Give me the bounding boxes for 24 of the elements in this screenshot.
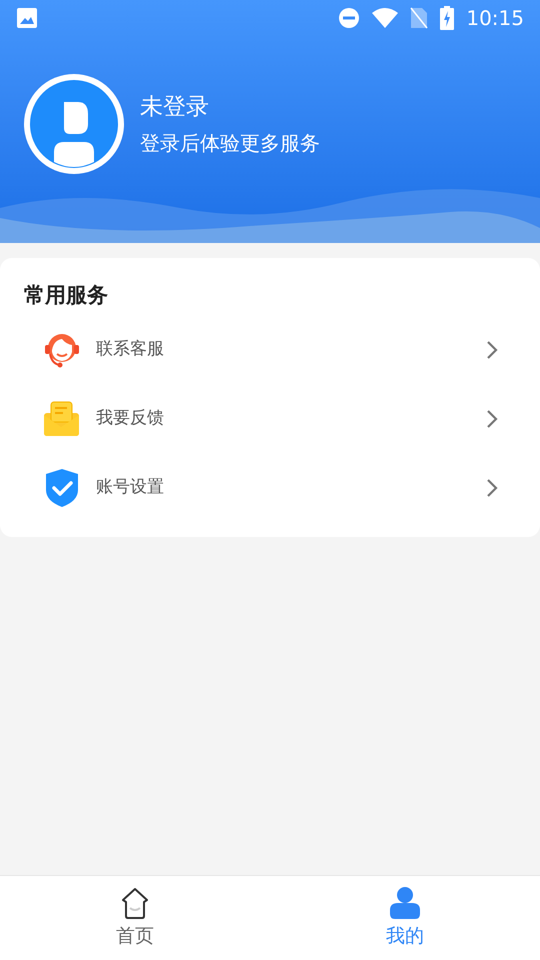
user-icon: [390, 886, 420, 920]
image-icon: [16, 7, 38, 29]
service-label: 我要反馈: [96, 407, 165, 430]
profile-name[interactable]: 未登录: [140, 90, 320, 124]
status-time: 10:15: [466, 5, 524, 32]
do-not-disturb-icon: [338, 7, 360, 29]
battery-charging-icon: [440, 6, 454, 30]
shield-check-icon: [45, 468, 79, 508]
wifi-icon: [372, 8, 398, 28]
chevron-right-icon: [486, 478, 498, 498]
profile-subtitle: 登录后体验更多服务: [140, 130, 320, 158]
nav-tab[interactable]: 首页: [0, 876, 270, 960]
chevron-right-icon: [486, 409, 498, 429]
service-label: 账号设置: [96, 476, 165, 500]
nav-tab[interactable]: 我的: [270, 876, 540, 960]
service-item[interactable]: 联系客服: [0, 316, 540, 384]
service-item[interactable]: 我要反馈: [0, 384, 540, 454]
mail-icon: [44, 401, 80, 437]
avatar-silhouette-icon: [30, 80, 118, 168]
no-sim-icon: [410, 7, 428, 29]
service-item[interactable]: 账号设置: [0, 454, 540, 522]
services-title: 常用服务: [23, 282, 109, 309]
service-label: 联系客服: [96, 338, 165, 362]
chevron-right-icon: [486, 340, 498, 360]
